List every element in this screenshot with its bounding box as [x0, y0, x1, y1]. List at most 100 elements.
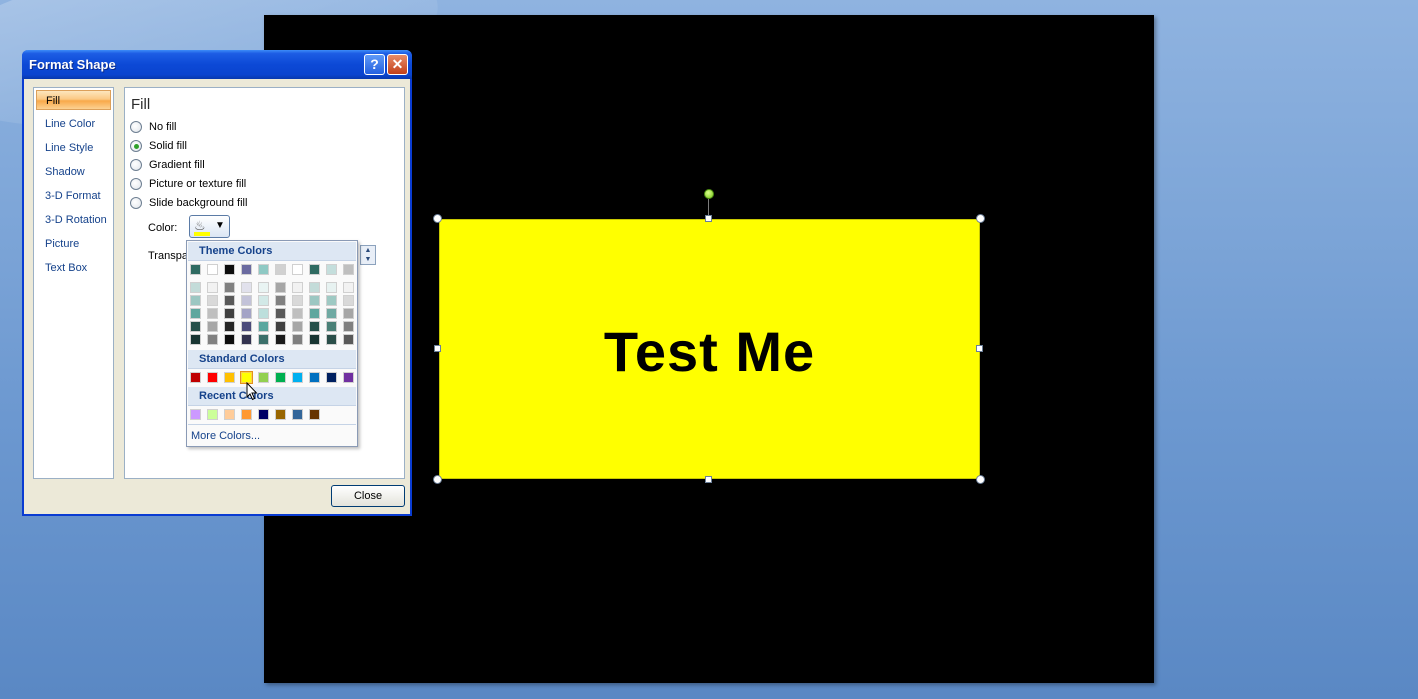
theme-shade-swatch[interactable] — [258, 308, 269, 319]
theme-shade-swatch[interactable] — [343, 282, 354, 293]
theme-shade-swatch[interactable] — [190, 334, 201, 345]
recent-color-swatch[interactable] — [207, 409, 218, 420]
theme-shade-swatch[interactable] — [343, 334, 354, 345]
theme-shade-swatch[interactable] — [275, 308, 286, 319]
theme-color-swatch[interactable] — [292, 264, 303, 275]
standard-color-swatch[interactable] — [309, 372, 320, 383]
theme-shade-swatch[interactable] — [241, 334, 252, 345]
radio-solid-fill[interactable]: Solid fill — [130, 138, 187, 154]
radio-circle[interactable] — [130, 197, 142, 209]
theme-shade-swatch[interactable] — [241, 321, 252, 332]
nav-item-line-style[interactable]: Line Style — [36, 138, 111, 158]
standard-color-swatch[interactable] — [326, 372, 337, 383]
close-icon-button[interactable]: ✕ — [387, 54, 408, 75]
resize-handle-bottom-left[interactable] — [433, 475, 442, 484]
recent-color-swatch[interactable] — [258, 409, 269, 420]
nav-item-text-box[interactable]: Text Box — [36, 258, 111, 278]
theme-shade-swatch[interactable] — [190, 282, 201, 293]
theme-shade-swatch[interactable] — [292, 321, 303, 332]
theme-shade-swatch[interactable] — [275, 282, 286, 293]
standard-color-swatch[interactable] — [292, 372, 303, 383]
radio-circle[interactable] — [130, 159, 142, 171]
theme-shade-swatch[interactable] — [275, 321, 286, 332]
radio-circle[interactable] — [130, 178, 142, 190]
transparency-spinner[interactable]: ▲ ▼ — [360, 245, 376, 265]
color-picker-button[interactable]: ♨ ▼ — [189, 215, 230, 238]
theme-shade-swatch[interactable] — [241, 282, 252, 293]
rotation-handle[interactable] — [704, 189, 714, 199]
standard-color-swatch[interactable] — [258, 372, 269, 383]
theme-color-swatch[interactable] — [326, 264, 337, 275]
theme-shade-swatch[interactable] — [224, 308, 235, 319]
nav-item-3d-format[interactable]: 3-D Format — [36, 186, 111, 206]
radio-gradient-fill[interactable]: Gradient fill — [130, 157, 205, 173]
resize-handle-top-left[interactable] — [433, 214, 442, 223]
theme-shade-swatch[interactable] — [343, 295, 354, 306]
recent-color-swatch[interactable] — [190, 409, 201, 420]
theme-shade-swatch[interactable] — [275, 334, 286, 345]
theme-shade-swatch[interactable] — [258, 334, 269, 345]
theme-shade-swatch[interactable] — [292, 282, 303, 293]
theme-shade-swatch[interactable] — [258, 282, 269, 293]
standard-color-swatch[interactable] — [275, 372, 286, 383]
theme-shade-swatch[interactable] — [190, 321, 201, 332]
theme-color-swatch[interactable] — [207, 264, 218, 275]
theme-shade-swatch[interactable] — [207, 282, 218, 293]
nav-item-picture[interactable]: Picture — [36, 234, 111, 254]
theme-color-swatch[interactable] — [309, 264, 320, 275]
theme-shade-swatch[interactable] — [309, 282, 320, 293]
theme-shade-swatch[interactable] — [207, 321, 218, 332]
theme-shade-swatch[interactable] — [207, 334, 218, 345]
theme-shade-swatch[interactable] — [326, 308, 337, 319]
theme-shade-swatch[interactable] — [309, 321, 320, 332]
yellow-rectangle-shape[interactable]: Test Me — [439, 219, 980, 479]
theme-shade-swatch[interactable] — [224, 321, 235, 332]
theme-shade-swatch[interactable] — [309, 295, 320, 306]
theme-shade-swatch[interactable] — [326, 282, 337, 293]
theme-shade-swatch[interactable] — [224, 282, 235, 293]
theme-shade-swatch[interactable] — [207, 295, 218, 306]
theme-color-swatch[interactable] — [275, 264, 286, 275]
theme-shade-swatch[interactable] — [224, 295, 235, 306]
theme-shade-swatch[interactable] — [292, 334, 303, 345]
theme-shade-swatch[interactable] — [292, 308, 303, 319]
theme-shade-swatch[interactable] — [309, 334, 320, 345]
theme-shade-swatch[interactable] — [309, 308, 320, 319]
recent-color-swatch[interactable] — [292, 409, 303, 420]
nav-item-3d-rotation[interactable]: 3-D Rotation — [36, 210, 111, 230]
more-colors-link[interactable]: More Colors... — [191, 430, 260, 442]
theme-shade-swatch[interactable] — [275, 295, 286, 306]
standard-color-swatch[interactable] — [224, 372, 235, 383]
nav-item-fill[interactable]: Fill — [36, 90, 111, 110]
theme-shade-swatch[interactable] — [224, 334, 235, 345]
theme-shade-swatch[interactable] — [190, 295, 201, 306]
resize-handle-bottom[interactable] — [705, 476, 712, 483]
nav-item-line-color[interactable]: Line Color — [36, 114, 111, 134]
close-button[interactable]: Close — [331, 485, 405, 507]
theme-shade-swatch[interactable] — [241, 295, 252, 306]
theme-shade-swatch[interactable] — [343, 321, 354, 332]
theme-shade-swatch[interactable] — [190, 308, 201, 319]
resize-handle-left[interactable] — [434, 345, 441, 352]
standard-color-swatch[interactable] — [190, 372, 201, 383]
theme-shade-swatch[interactable] — [343, 308, 354, 319]
theme-color-swatch[interactable] — [224, 264, 235, 275]
recent-color-swatch[interactable] — [224, 409, 235, 420]
standard-color-swatch[interactable] — [207, 372, 218, 383]
theme-shade-swatch[interactable] — [207, 308, 218, 319]
shape-text[interactable]: Test Me — [604, 319, 815, 384]
resize-handle-bottom-right[interactable] — [976, 475, 985, 484]
resize-handle-top[interactable] — [705, 215, 712, 222]
recent-color-swatch[interactable] — [309, 409, 320, 420]
theme-color-swatch[interactable] — [190, 264, 201, 275]
recent-color-swatch[interactable] — [241, 409, 252, 420]
radio-picture-fill[interactable]: Picture or texture fill — [130, 176, 246, 192]
radio-circle[interactable] — [130, 121, 142, 133]
theme-shade-swatch[interactable] — [326, 321, 337, 332]
theme-color-swatch[interactable] — [258, 264, 269, 275]
standard-color-swatch[interactable] — [343, 372, 354, 383]
help-button[interactable]: ? — [364, 54, 385, 75]
resize-handle-top-right[interactable] — [976, 214, 985, 223]
theme-color-swatch[interactable] — [343, 264, 354, 275]
theme-shade-swatch[interactable] — [326, 334, 337, 345]
